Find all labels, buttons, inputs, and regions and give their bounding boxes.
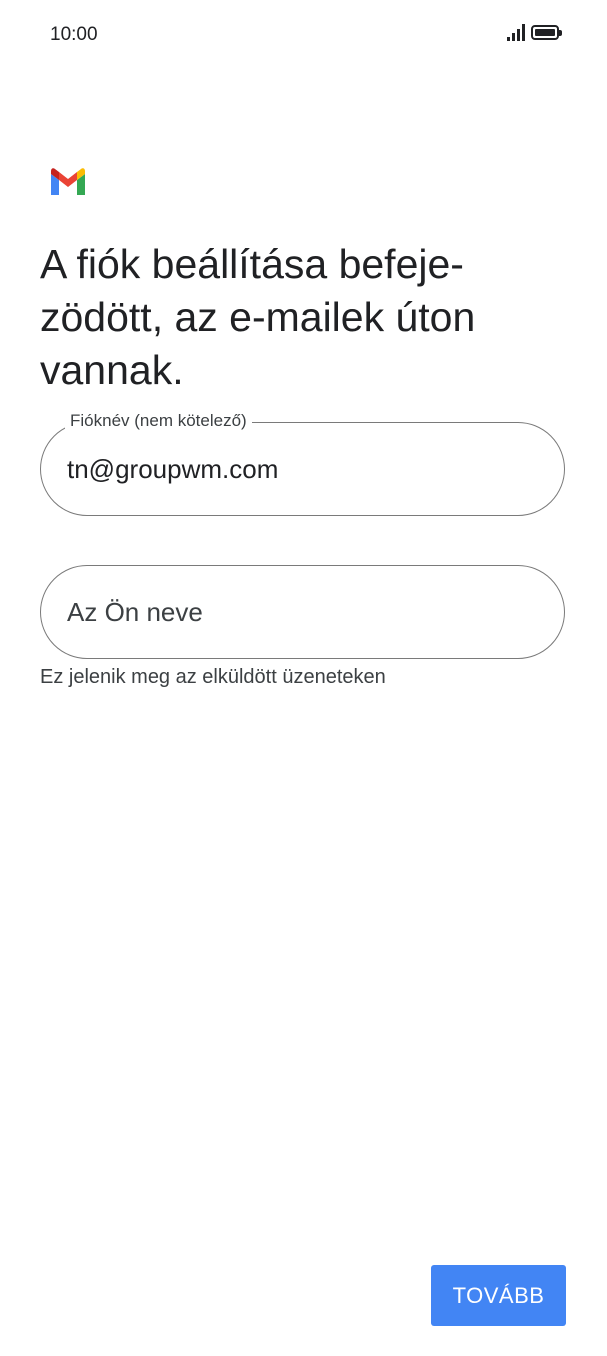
your-name-field[interactable] — [40, 565, 565, 659]
signal-bars-icon — [507, 24, 525, 41]
status-bar: 10:00 — [0, 0, 607, 70]
account-name-input[interactable] — [67, 449, 527, 489]
page-title: A fiók beállítása befeje-zödött, az e-ma… — [40, 241, 476, 393]
status-time: 10:00 — [50, 24, 98, 45]
your-name-input[interactable] — [67, 592, 527, 632]
status-icons — [507, 24, 562, 41]
account-name-field[interactable]: Fióknév (nem kötelező) — [40, 411, 565, 516]
name-helper-text: Ez jelenik meg az elküldött üzeneteken — [40, 666, 386, 688]
account-name-label: Fióknév (nem kötelező) — [65, 411, 252, 431]
next-button[interactable]: TOVÁBB — [431, 1265, 566, 1326]
gmail-logo-icon — [51, 168, 85, 195]
battery-full-icon — [531, 25, 562, 40]
